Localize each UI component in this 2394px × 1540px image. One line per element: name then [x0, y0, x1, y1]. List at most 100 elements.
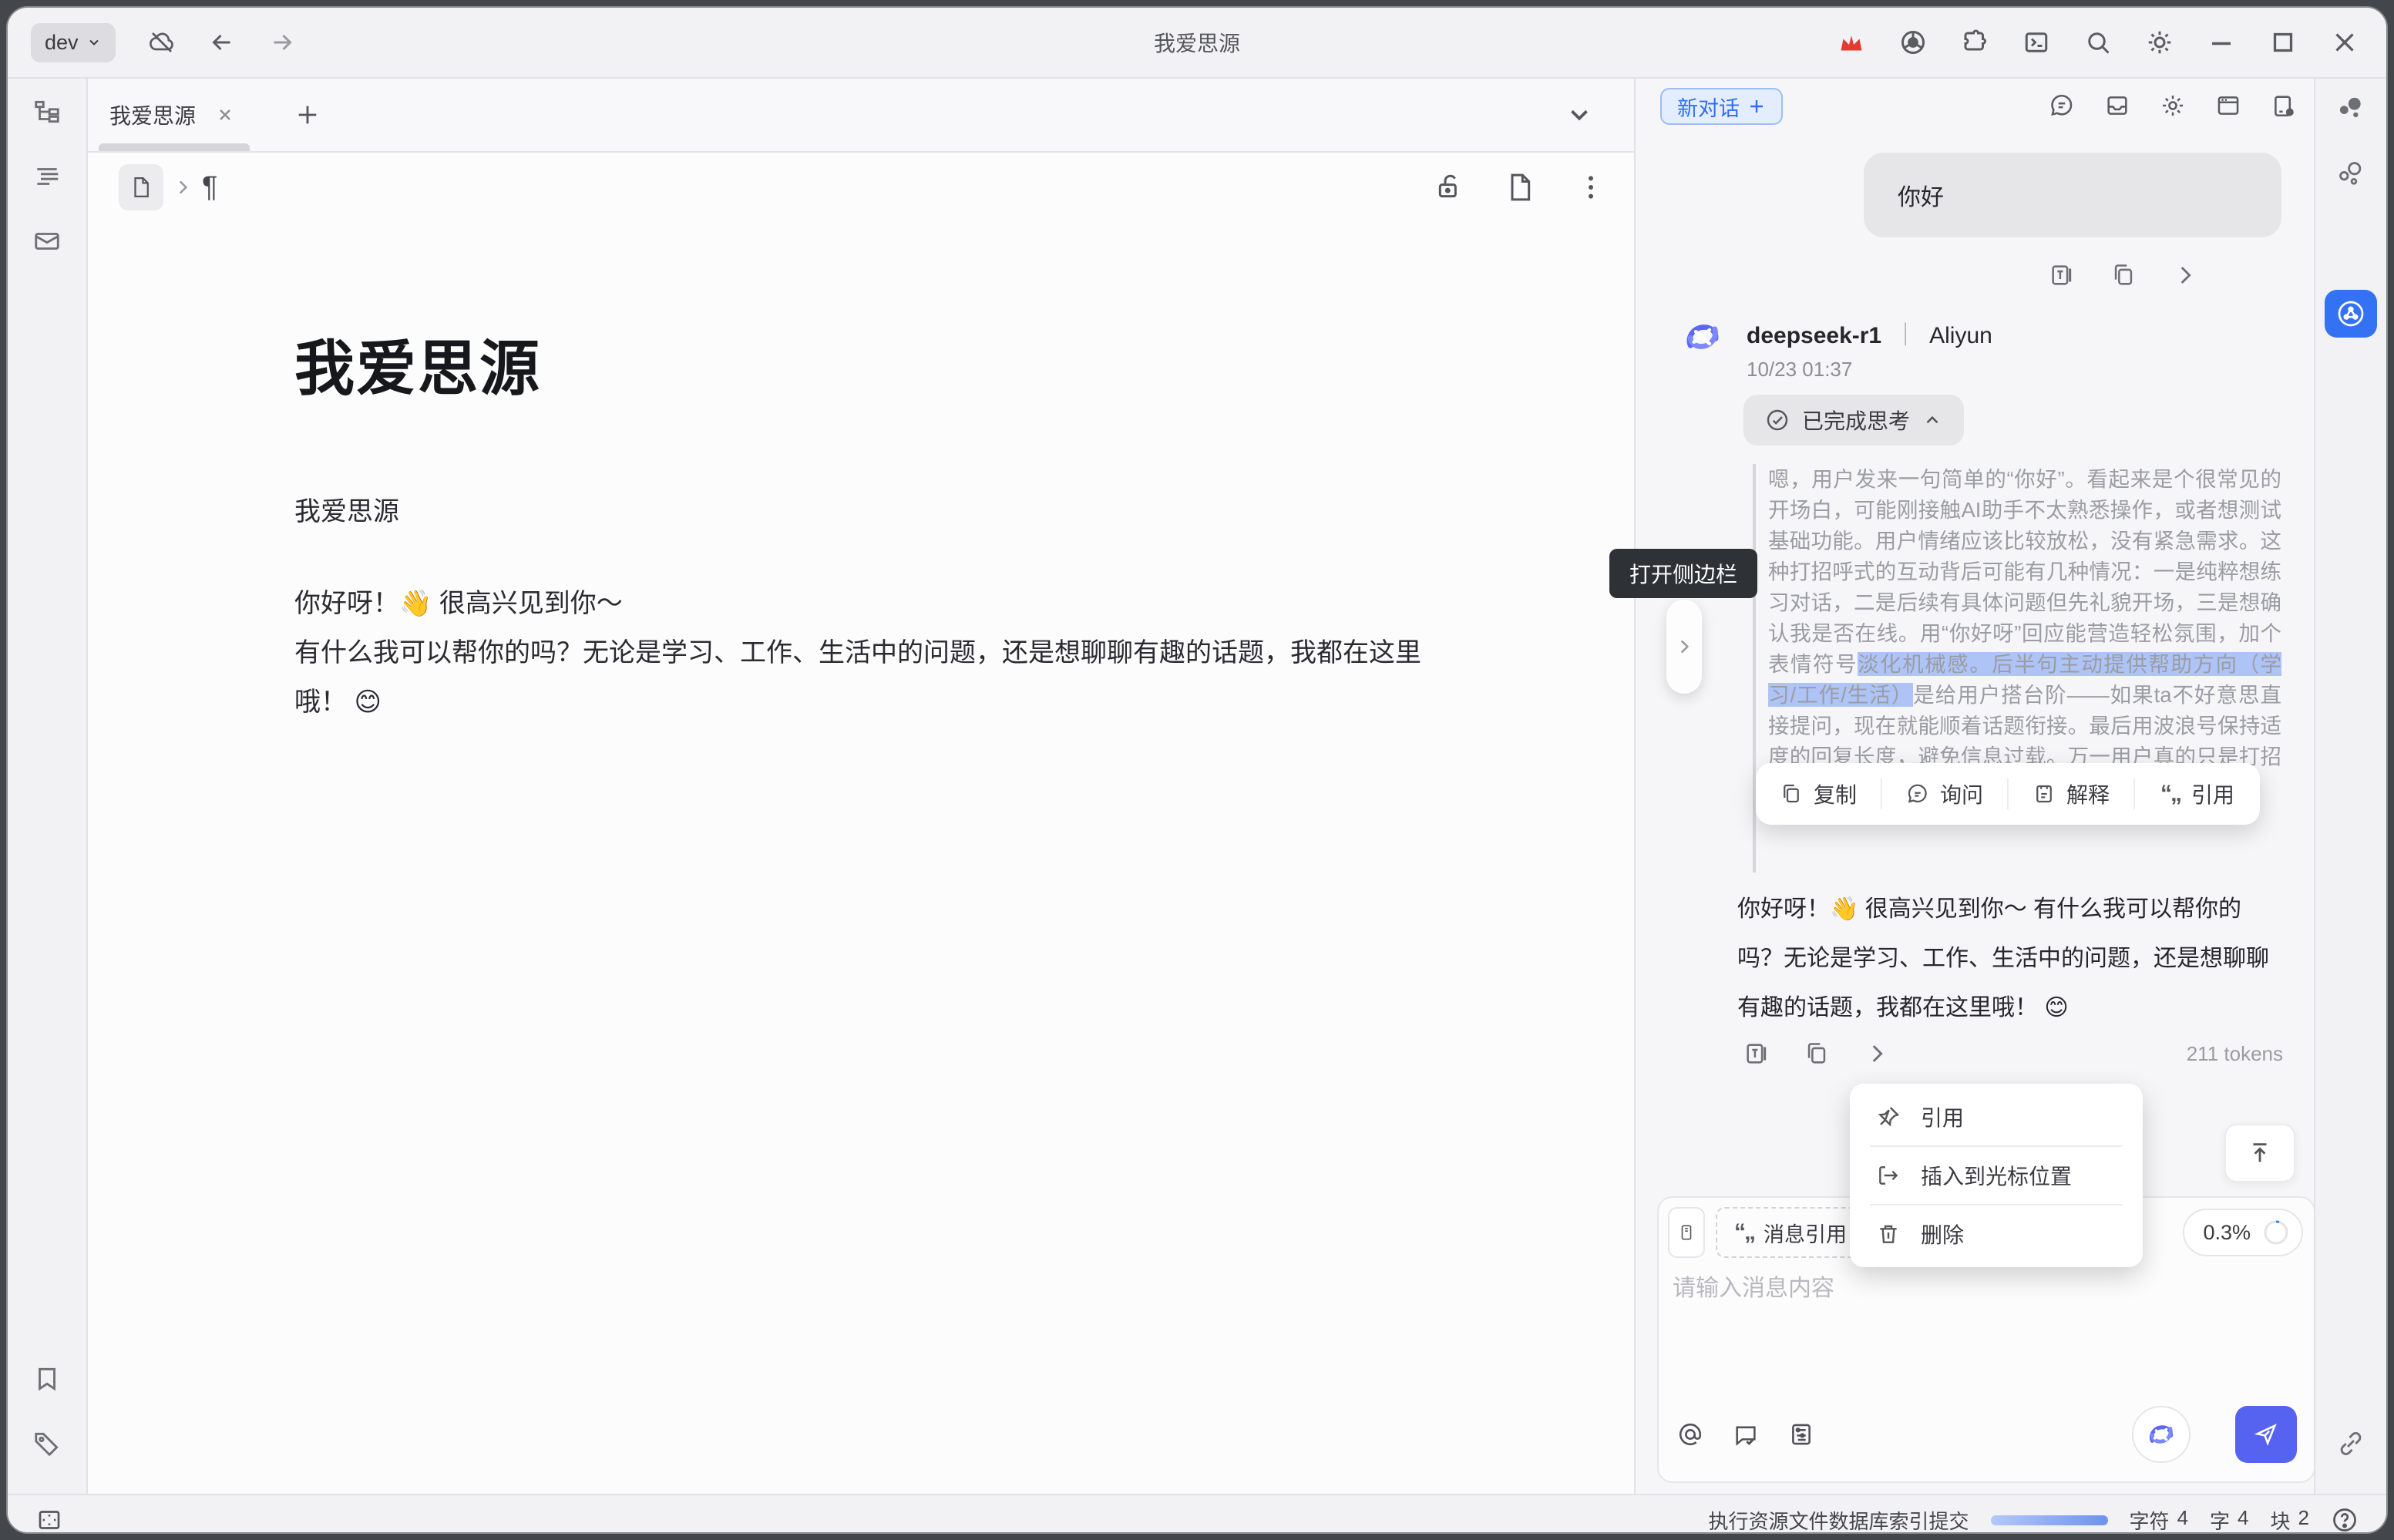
terminal-icon[interactable] — [2022, 29, 2050, 56]
note-icon — [2033, 782, 2056, 805]
file-tree-icon[interactable] — [32, 97, 62, 126]
context-device-button[interactable] — [1668, 1207, 1705, 1258]
expand-icon[interactable] — [1864, 1041, 1890, 1067]
inbox-icon[interactable] — [32, 227, 62, 256]
close-tab-icon[interactable] — [216, 106, 234, 124]
insert-text-icon[interactable] — [1743, 1041, 1770, 1067]
new-tab-icon[interactable] — [294, 102, 321, 128]
window-title: 我爱思源 — [1154, 27, 1240, 58]
message-context-menu: 引用 插入到光标位置 删除 — [1850, 1084, 2143, 1267]
open-sidebar-handle[interactable] — [1666, 600, 1702, 694]
paragraph-mark[interactable]: ¶ — [202, 171, 217, 204]
chevron-up-icon — [1922, 410, 1942, 430]
ask-selection-button[interactable]: 询问 — [1881, 778, 2007, 809]
help-icon[interactable] — [2331, 1506, 2359, 1534]
dock-toggle-icon[interactable] — [35, 1506, 63, 1534]
insert-at-cursor-item[interactable]: 插入到光标位置 — [1850, 1150, 2143, 1201]
block-count: 块2 — [2271, 1506, 2309, 1535]
archive-icon[interactable] — [2104, 92, 2130, 119]
expand-icon[interactable] — [2172, 262, 2198, 288]
reply-check-icon[interactable] — [1733, 1421, 1759, 1448]
back-icon[interactable] — [208, 29, 236, 56]
forward-icon[interactable] — [268, 29, 296, 56]
workspace-button[interactable]: dev — [31, 23, 116, 62]
background-task-label: 执行资源文件数据库索引提交 — [1709, 1506, 1969, 1535]
status-bar: 执行资源文件数据库索引提交 字符4 字4 块2 — [8, 1494, 2386, 1534]
user-message-bubble[interactable]: 你好 — [1864, 153, 2281, 237]
bookmark-icon[interactable] — [32, 1364, 62, 1394]
active-tab-indicator — [99, 143, 250, 151]
menu-label: 复制 — [1814, 778, 1857, 809]
settings-icon[interactable] — [2160, 92, 2186, 119]
chat-history-icon[interactable] — [2049, 92, 2075, 119]
copy-icon[interactable] — [1804, 1041, 1830, 1067]
ai-plugin-icon — [2335, 298, 2366, 329]
word-count: 字4 — [2210, 1506, 2248, 1535]
new-chat-label: 新对话 — [1677, 92, 1740, 122]
new-chat-button[interactable]: 新对话 — [1660, 88, 1783, 125]
outline-icon[interactable] — [32, 162, 62, 191]
quote-chip-label: 消息引用 — [1764, 1218, 1847, 1248]
insert-arrow-icon — [1876, 1163, 1901, 1188]
ai-plugin-button[interactable] — [2325, 290, 2377, 338]
send-icon — [2253, 1421, 2279, 1448]
message-quote-chip[interactable]: “„ 消息引用 — [1716, 1207, 1865, 1258]
unlock-icon[interactable] — [1434, 172, 1464, 203]
workspace-label: dev — [45, 31, 79, 55]
browser-icon[interactable] — [1899, 29, 1927, 56]
assistant-dots-icon[interactable] — [2336, 94, 2365, 123]
doc-paragraph: 我爱思源 — [294, 490, 1542, 528]
minimize-icon[interactable] — [2207, 29, 2235, 56]
assistant-reply[interactable]: 你好呀！👋 很高兴见到你～ 有什么我可以帮你的吗？无论是学习、工作、生活中的问题… — [1737, 885, 2286, 1033]
tab-list-icon[interactable] — [1565, 100, 1594, 129]
quote-message-item[interactable]: 引用 — [1850, 1091, 2143, 1142]
tab-doc[interactable]: 我爱思源 — [88, 79, 261, 151]
pin-icon — [1876, 1105, 1901, 1129]
close-icon[interactable] — [2331, 29, 2359, 56]
plus-icon — [1747, 97, 1766, 116]
menu-label: 引用 — [2191, 778, 2234, 809]
window-layout-icon[interactable] — [2215, 92, 2241, 119]
thinking-toggle[interactable]: 已完成思考 — [1743, 395, 1964, 446]
delete-message-item[interactable]: 删除 — [1850, 1209, 2143, 1259]
insert-text-icon[interactable] — [2049, 262, 2075, 288]
doc-breadcrumb-chip[interactable] — [119, 164, 163, 210]
copy-icon — [1780, 782, 1803, 805]
char-count: 字符4 — [2130, 1506, 2188, 1535]
maximize-icon[interactable] — [2269, 29, 2297, 56]
tag-icon[interactable] — [32, 1429, 62, 1458]
quote-icon: “„ — [2160, 781, 2180, 807]
copy-icon[interactable] — [2110, 262, 2137, 288]
extensions-icon[interactable] — [1961, 29, 1989, 56]
document-editor[interactable]: 我爱思源 我爱思源 你好呀！👋 很高兴见到你～ 有什么我可以帮你的吗？无论是学习… — [88, 222, 1634, 1494]
vip-crown-icon[interactable] — [1838, 29, 1865, 56]
token-count: 211 tokens — [2187, 1042, 2283, 1066]
task-progress-bar — [1991, 1515, 2108, 1525]
theme-icon[interactable] — [2146, 29, 2174, 56]
doc-info-icon[interactable] — [1505, 172, 1535, 203]
copy-selection-button[interactable]: 复制 — [1756, 778, 1881, 809]
scroll-to-top-button[interactable] — [2224, 1124, 2295, 1182]
context-usage-indicator[interactable]: 0.3% — [2183, 1209, 2303, 1256]
model-select-button[interactable] — [2132, 1406, 2191, 1463]
titlebar: dev 我爱思源 — [8, 8, 2386, 79]
mention-icon[interactable] — [1677, 1421, 1703, 1448]
document-icon — [129, 174, 153, 200]
deepseek-avatar — [1682, 316, 1723, 358]
explain-selection-button[interactable]: 解释 — [2007, 778, 2133, 809]
tab-bar: 我爱思源 — [88, 79, 1634, 153]
model-params-icon[interactable] — [1788, 1421, 1814, 1448]
more-icon[interactable] — [1575, 172, 1606, 203]
trash-icon — [1876, 1222, 1901, 1246]
send-button[interactable] — [2235, 1406, 2297, 1463]
quote-icon: “„ — [1734, 1219, 1754, 1246]
quote-selection-button[interactable]: “„ 引用 — [2133, 778, 2260, 809]
doc-title: 我爱思源 — [294, 321, 1542, 407]
link-icon[interactable] — [2336, 1429, 2365, 1458]
graph-circles-icon[interactable] — [2336, 159, 2365, 188]
device-settings-icon[interactable] — [2271, 92, 2297, 119]
cloud-off-icon[interactable] — [148, 29, 176, 56]
message-input[interactable] — [1673, 1269, 2297, 1392]
doc-paragraph: 你好呀！👋 很高兴见到你～ — [294, 579, 1435, 628]
search-icon[interactable] — [2084, 29, 2112, 56]
